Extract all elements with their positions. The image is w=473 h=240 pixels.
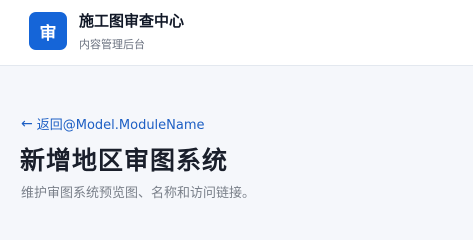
app-logo: 审 (29, 12, 67, 50)
app-title: 施工图审查中心 (79, 12, 185, 30)
back-link-label: 返回@Model.ModuleName (36, 118, 205, 133)
page-title: 新增地区审图系统 (20, 146, 229, 175)
page-description: 维护审图系统预览图、名称和访问链接。 (21, 186, 256, 201)
top-bar: 审 施工图审查中心 内容管理后台 (0, 0, 473, 66)
app-subtitle: 内容管理后台 (79, 38, 145, 51)
arrow-left-icon: ← (21, 115, 33, 132)
back-link[interactable]: ← 返回@Model.ModuleName (21, 114, 205, 134)
